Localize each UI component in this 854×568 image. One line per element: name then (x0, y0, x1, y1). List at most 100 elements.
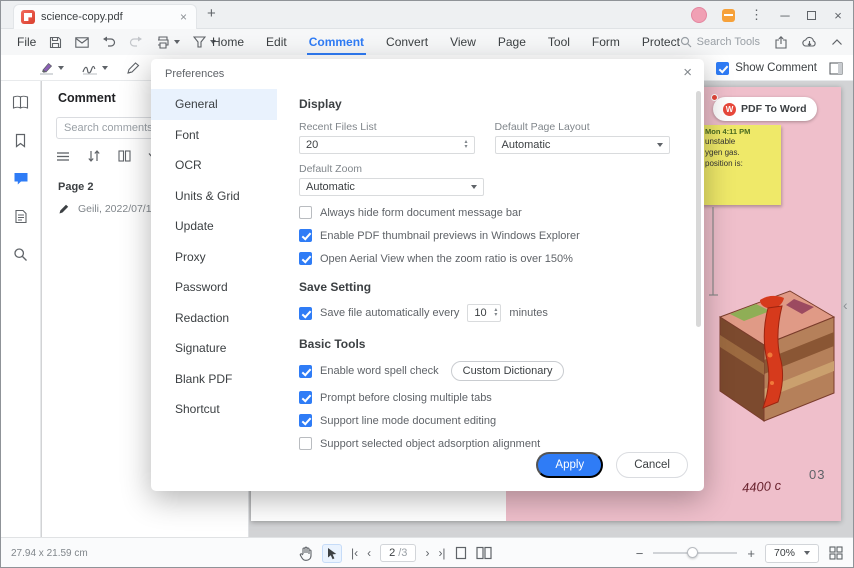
minimize-button[interactable]: ─ (778, 8, 792, 23)
search-tools[interactable]: Search Tools (680, 36, 760, 48)
pref-nav-update[interactable]: Update (151, 211, 277, 242)
collapse-ribbon-icon[interactable] (831, 38, 843, 46)
pdf-to-word-button[interactable]: W PDF To Word (711, 94, 817, 121)
show-comment-checkbox[interactable] (716, 61, 730, 75)
previous-page-button[interactable]: ‹ (367, 546, 371, 560)
share-icon[interactable] (774, 35, 788, 49)
pref-nav-font[interactable]: Font (151, 120, 277, 151)
thumbnails-panel-icon[interactable] (12, 95, 29, 110)
next-page-button[interactable]: › (425, 546, 429, 560)
columns-icon[interactable] (118, 150, 131, 162)
mail-icon[interactable] (75, 36, 89, 48)
option-spell-check[interactable]: Enable word spell check Custom Dictionar… (299, 361, 670, 381)
page-indicator[interactable]: 2 /3 (380, 544, 417, 562)
user-avatar[interactable] (691, 7, 707, 23)
pencil-tool-icon[interactable] (126, 61, 140, 75)
highlighter-tool[interactable] (39, 61, 64, 75)
pref-nav-password[interactable]: Password (151, 272, 277, 303)
right-panel-collapse-icon[interactable]: ‹ (843, 297, 848, 313)
zoom-in-button[interactable]: + (747, 546, 755, 561)
autosave-interval-input[interactable] (474, 307, 491, 319)
tab-edit[interactable]: Edit (255, 29, 298, 55)
zoom-slider-thumb[interactable] (687, 547, 699, 558)
tab-home[interactable]: Home (201, 29, 255, 55)
pref-nav-redaction[interactable]: Redaction (151, 303, 277, 334)
search-panel-icon[interactable] (13, 247, 28, 262)
apply-button[interactable]: Apply (536, 452, 604, 478)
comments-panel-icon[interactable] (13, 171, 29, 186)
dialog-scrollbar-thumb[interactable] (696, 91, 701, 327)
tab-view[interactable]: View (439, 29, 487, 55)
tab-tool[interactable]: Tool (537, 29, 581, 55)
option-line-mode[interactable]: Support line mode document editing (299, 414, 670, 427)
checkbox[interactable] (299, 391, 312, 404)
fit-screen-icon[interactable] (829, 546, 843, 560)
last-page-button[interactable]: ›| (438, 546, 445, 560)
recent-files-input[interactable] (306, 139, 465, 151)
autosave-interval-stepper[interactable]: ▴▾ (467, 304, 502, 322)
checkbox[interactable] (299, 414, 312, 427)
current-page-input[interactable]: 2 (389, 547, 395, 559)
recent-files-stepper[interactable]: ▴▾ (299, 136, 475, 154)
first-page-button[interactable]: |‹ (351, 546, 358, 560)
custom-dictionary-button[interactable]: Custom Dictionary (450, 361, 565, 381)
save-icon[interactable] (49, 36, 62, 49)
stepper-arrows-icon[interactable]: ▴ ▾ (494, 307, 497, 318)
undo-icon[interactable] (102, 36, 116, 48)
print-tool[interactable] (156, 35, 180, 49)
annotations-panel-icon[interactable] (14, 209, 28, 224)
redo-icon[interactable] (129, 36, 143, 48)
option-hide-message-bar[interactable]: Always hide form document message bar (299, 206, 670, 219)
pref-nav-general[interactable]: General (151, 89, 277, 120)
close-window-button[interactable]: × (831, 8, 845, 23)
pref-nav-signature[interactable]: Signature (151, 333, 277, 364)
checkbox[interactable] (299, 229, 312, 242)
maximize-button[interactable] (807, 10, 816, 20)
tab-convert[interactable]: Convert (375, 29, 439, 55)
file-menu[interactable]: File (17, 35, 36, 49)
pref-nav-blank-pdf[interactable]: Blank PDF (151, 364, 277, 395)
cancel-button[interactable]: Cancel (616, 452, 688, 478)
signature-tool[interactable] (82, 62, 108, 75)
dialog-close-icon[interactable]: × (683, 64, 692, 81)
sort-icon[interactable] (87, 150, 101, 162)
pref-nav-shortcut[interactable]: Shortcut (151, 394, 277, 425)
tab-form[interactable]: Form (581, 29, 631, 55)
cloud-download-icon[interactable] (802, 36, 817, 48)
zoom-level-dropdown[interactable]: 70% (764, 543, 819, 563)
option-adsorption-alignment[interactable]: Support selected object adsorption align… (299, 437, 670, 450)
tab-page[interactable]: Page (487, 29, 537, 55)
single-page-view-icon[interactable] (455, 546, 467, 560)
pref-nav-units-grid[interactable]: Units & Grid (151, 181, 277, 212)
two-page-view-icon[interactable] (475, 546, 492, 560)
pref-nav-proxy[interactable]: Proxy (151, 242, 277, 273)
checkbox[interactable] (299, 206, 312, 219)
panel-toggle-icon[interactable] (829, 61, 843, 75)
upgrade-icon[interactable] (722, 8, 735, 22)
tab-comment[interactable]: Comment (298, 29, 375, 55)
bookmarks-panel-icon[interactable] (14, 133, 27, 148)
checkbox[interactable] (299, 306, 312, 320)
sticky-note-annotation[interactable]: Mon 4:11 PM unstable ygen gas. position … (701, 125, 781, 205)
option-prompt-closing[interactable]: Prompt before closing multiple tabs (299, 391, 670, 404)
zoom-out-button[interactable]: − (636, 546, 644, 561)
stepper-arrows-icon[interactable]: ▴ ▾ (464, 139, 467, 150)
zoom-slider[interactable] (653, 547, 738, 558)
page-layout-select[interactable]: Automatic (494, 136, 670, 154)
select-tool-button[interactable] (322, 543, 342, 563)
pref-nav-ocr[interactable]: OCR (151, 150, 277, 181)
document-tab[interactable]: science-copy.pdf × (13, 4, 197, 29)
checkbox[interactable] (299, 252, 312, 265)
show-comment-toggle[interactable]: Show Comment (716, 61, 817, 75)
new-tab-button[interactable]: + (207, 5, 216, 22)
checkbox[interactable] (299, 437, 312, 450)
list-view-icon[interactable] (56, 151, 70, 162)
option-aerial-view[interactable]: Open Aerial View when the zoom ratio is … (299, 252, 670, 265)
hand-tool-icon[interactable] (299, 546, 313, 561)
more-options-icon[interactable]: ⋮ (750, 7, 763, 23)
default-zoom-select[interactable]: Automatic (299, 178, 484, 196)
option-autosave[interactable]: Save file automatically every ▴▾ minutes (299, 304, 670, 322)
option-thumbnail-previews[interactable]: Enable PDF thumbnail previews in Windows… (299, 229, 670, 242)
checkbox[interactable] (299, 364, 312, 378)
tab-close-icon[interactable]: × (178, 10, 189, 24)
